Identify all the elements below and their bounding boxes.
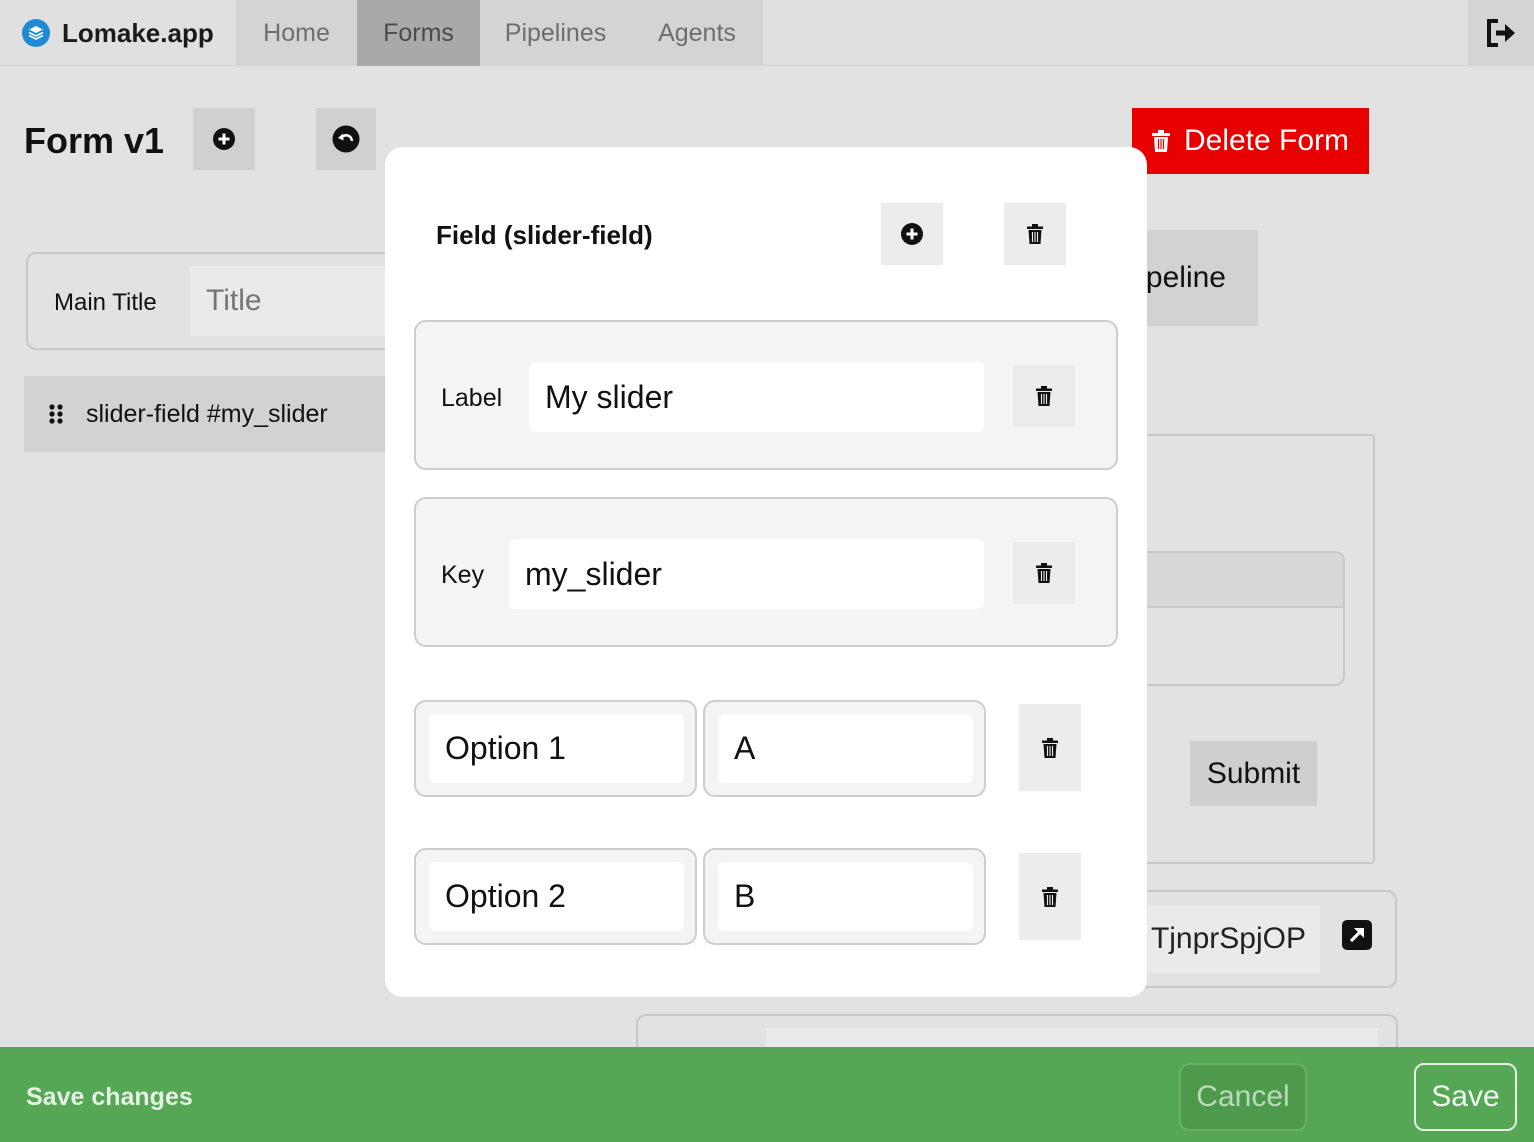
drag-handle-icon[interactable] (48, 403, 64, 425)
option-name-input[interactable] (429, 862, 684, 931)
main-title-input[interactable] (190, 266, 400, 336)
save-button[interactable]: Save (1414, 1063, 1517, 1131)
label-input[interactable] (529, 362, 984, 432)
property-label-name: Label (441, 384, 503, 412)
save-changes-text: Save changes (26, 1083, 193, 1111)
field-list-item[interactable]: slider-field #my_slider (24, 376, 404, 452)
undo-button[interactable] (316, 108, 376, 170)
cancel-button[interactable]: Cancel (1179, 1063, 1307, 1131)
logout-button[interactable] (1468, 0, 1534, 66)
option-name-group (414, 700, 697, 797)
property-key-row: Key (414, 497, 1118, 647)
brand-name: Lomake.app (62, 17, 214, 48)
save-changes-bar: Save changes Cancel Save (0, 1047, 1534, 1142)
field-list-item-label: slider-field #my_slider (86, 399, 328, 428)
tab-forms[interactable]: Forms (357, 0, 480, 66)
trash-icon (1027, 224, 1043, 244)
plus-circle-icon (213, 128, 235, 150)
top-nav: Lomake.app Home Forms Pipelines Agents (0, 0, 1534, 66)
delete-form-button[interactable]: Delete Form (1132, 108, 1369, 174)
tab-home[interactable]: Home (236, 0, 357, 66)
pipeline-label: peline (1145, 261, 1226, 294)
brand[interactable]: Lomake.app (0, 0, 236, 66)
trash-icon (1151, 130, 1170, 152)
submit-button[interactable]: Submit (1190, 741, 1317, 806)
tab-pipelines[interactable]: Pipelines (480, 0, 631, 66)
option-name-group (414, 848, 697, 945)
plus-circle-icon (901, 223, 923, 245)
trash-icon (1042, 886, 1058, 907)
key-input[interactable] (509, 539, 984, 609)
main-title-label: Main Title (54, 289, 157, 316)
property-key-name: Key (441, 561, 485, 589)
option-name-input[interactable] (429, 714, 684, 783)
option-value-input[interactable] (718, 714, 973, 783)
trash-icon (1042, 737, 1058, 758)
delete-key-property-button[interactable] (1013, 542, 1075, 604)
page-title: Form v1 (24, 120, 165, 161)
external-link-icon[interactable] (1342, 920, 1372, 950)
field-editor-modal: Field (slider-field) Label Key (385, 147, 1147, 997)
option-value-input[interactable] (718, 862, 973, 931)
option-value-group (703, 848, 986, 945)
modal-title: Field (slider-field) (436, 220, 653, 250)
trash-icon (1036, 563, 1052, 583)
delete-form-label: Delete Form (1183, 124, 1350, 157)
delete-field-button[interactable] (1004, 203, 1066, 265)
add-property-button[interactable] (881, 203, 943, 265)
tab-agents[interactable]: Agents (631, 0, 763, 66)
add-field-button[interactable] (193, 108, 255, 170)
option-value-group (703, 700, 986, 797)
trash-icon (1036, 386, 1052, 406)
pipeline-button[interactable]: peline (1130, 230, 1258, 326)
layers-icon (22, 19, 50, 47)
delete-label-property-button[interactable] (1013, 365, 1075, 427)
delete-option-button[interactable] (1019, 853, 1081, 940)
form-link-input[interactable]: TjnprSpjOP (1130, 905, 1320, 973)
main-title-group: Main Title (26, 252, 406, 350)
property-label-row: Label (414, 320, 1118, 470)
logout-icon (1487, 19, 1515, 47)
undo-icon (332, 125, 360, 153)
delete-option-button[interactable] (1019, 704, 1081, 791)
